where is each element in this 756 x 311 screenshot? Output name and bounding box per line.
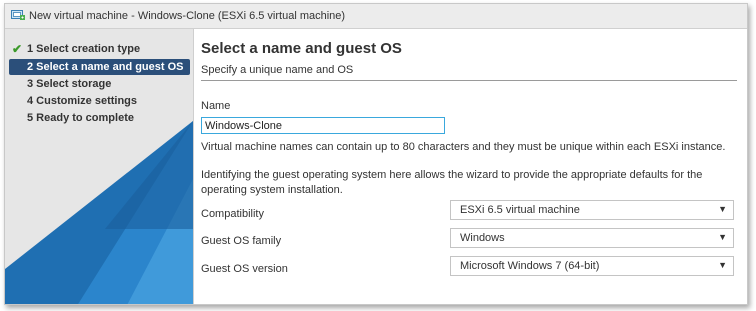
dialog-titlebar: New virtual machine - Windows-Clone (ESX… [5,4,747,29]
chevron-down-icon: ▼ [718,204,727,214]
step-ready-to-complete[interactable]: 5 Ready to complete [9,110,140,126]
step-customize-settings[interactable]: 4 Customize settings [9,93,143,109]
os-version-label: Guest OS version [201,263,288,275]
new-vm-dialog: New virtual machine - Windows-Clone (ESX… [4,3,748,305]
name-help-text: Virtual machine names can contain up to … [201,141,726,153]
compatibility-value: ESXi 6.5 virtual machine [460,204,580,216]
divider [201,80,737,81]
compatibility-select[interactable]: ESXi 6.5 virtual machine ▼ [450,200,734,220]
os-family-value: Windows [460,232,505,244]
step-label: 2 Select a name and guest OS [27,61,184,73]
os-help-text: Identifying the guest operating system h… [201,169,703,196]
compatibility-label: Compatibility [201,208,264,220]
page-title: Select a name and guest OS [201,40,402,57]
vm-icon [11,10,25,20]
step-label: 3 Select storage [27,78,112,90]
os-family-label: Guest OS family [201,235,282,247]
step-select-storage[interactable]: 3 Select storage [9,76,117,92]
os-version-select[interactable]: Microsoft Windows 7 (64-bit) ▼ [450,256,734,276]
step-select-creation-type[interactable]: ✔ 1 Select creation type [9,41,146,57]
wizard-content: Select a name and guest OS Specify a uni… [201,29,737,304]
chevron-down-icon: ▼ [718,232,727,242]
os-family-select[interactable]: Windows ▼ [450,228,734,248]
page-subtitle: Specify a unique name and OS [201,64,354,76]
step-label: 1 Select creation type [27,43,141,55]
step-label: 4 Customize settings [27,95,138,107]
wizard-steps-sidebar: ✔ 1 Select creation type 2 Select a name… [5,29,194,304]
vm-name-input[interactable] [201,117,445,134]
step-select-name-guest-os[interactable]: 2 Select a name and guest OS [9,59,190,75]
check-icon: ✔ [12,42,23,56]
os-version-value: Microsoft Windows 7 (64-bit) [460,260,600,272]
dialog-title: New virtual machine - Windows-Clone (ESX… [29,10,346,22]
chevron-down-icon: ▼ [718,260,727,270]
step-label: 5 Ready to complete [27,112,134,124]
name-label: Name [201,100,231,112]
